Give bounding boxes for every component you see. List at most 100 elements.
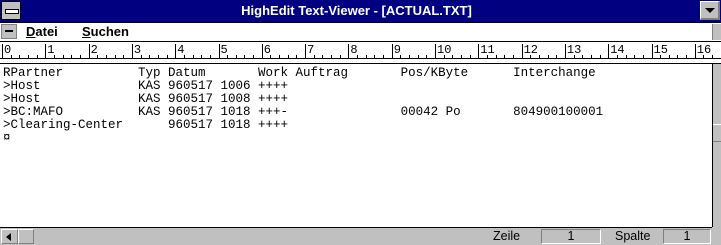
ruler-minor-tick [660,55,662,58]
ruler-minor-tick [79,55,81,58]
ruler-minor-tick [313,55,315,58]
ruler-minor-tick [547,55,549,58]
ruler-minor-tick [668,55,670,58]
ruler-major-tick [651,44,653,58]
ruler-minor-tick [149,55,151,58]
window-title: HighEdit Text-Viewer - [ACTUAL.TXT] [241,3,472,18]
ruler: 0 1 2 3 4 5 6 7 8 9 10 11 12 13 14 15 16 [0,42,721,64]
ruler-minor-tick [201,55,203,58]
system-menu-icon[interactable] [1,1,21,20]
ruler-minor-tick [244,55,246,58]
ruler-minor-tick [495,55,497,58]
ruler-minor-tick [322,55,324,58]
ruler-minor-tick [209,55,211,58]
ruler-major-tick [131,44,133,58]
ruler-minor-tick [538,55,540,58]
ruler-minor-tick [166,55,168,58]
minimize-arrow-icon [705,8,715,13]
ruler-minor-tick [53,55,55,58]
ruler-major-tick [391,44,393,58]
ruler-minor-tick [452,55,454,58]
ruler-minor-tick [625,55,627,58]
ruler-major-tick [478,44,480,58]
scroll-right-button[interactable] [694,229,711,244]
ruler-minor-tick [27,55,29,58]
ruler-major-tick [348,44,350,58]
ruler-baseline [0,58,721,59]
ruler-major-tick [88,44,90,58]
document-system-menu-icon[interactable] [1,24,17,39]
ruler-major-tick [261,44,263,58]
menu-bar: Datei Suchen [0,23,721,42]
ruler-minor-tick [140,55,142,58]
menu-restore-button[interactable] [712,24,721,40]
ruler-minor-tick [590,55,592,58]
ruler-minor-tick [642,55,644,58]
menu-suchen-label: uchen [90,24,129,39]
arrow-left-icon [6,233,11,241]
ruler-minor-tick [183,55,185,58]
ruler-minor-tick [504,55,506,58]
horizontal-scrollbar[interactable] [0,227,712,245]
ruler-minor-tick [235,55,237,58]
ruler-minor-tick [512,55,514,58]
app-window: HighEdit Text-Viewer - [ACTUAL.TXT] Date… [0,0,721,245]
ruler-minor-tick [287,55,289,58]
ruler-minor-tick [469,55,471,58]
ruler-minor-tick [97,55,99,58]
ruler-minor-tick [634,55,636,58]
ruler-minor-tick [374,55,376,58]
arrow-right-icon [701,233,706,241]
ruler-minor-tick [157,55,159,58]
minimize-button[interactable] [700,1,720,20]
ruler-minor-tick [339,55,341,58]
ruler-minor-tick [227,55,229,58]
menu-datei-label: atei [35,24,58,39]
text-line: >Clearing-Center 960517 1018 ++++ [3,118,289,132]
ruler-minor-tick [460,55,462,58]
title-bar[interactable]: HighEdit Text-Viewer - [ACTUAL.TXT] [0,0,721,23]
ruler-minor-tick [703,55,705,58]
ruler-major-tick [608,44,610,58]
vertical-scrollbar[interactable] [712,64,721,227]
ruler-minor-tick [10,55,12,58]
ruler-minor-tick [71,55,73,58]
horizontal-scroll-thumb[interactable] [18,229,34,244]
ruler-major-tick [521,44,523,58]
ruler-major-tick [2,44,3,58]
ruler-minor-tick [582,55,584,58]
text-view[interactable]: RPartner Typ Datum Work Auftrag Pos/KByt… [0,64,712,227]
ruler-minor-tick [105,55,107,58]
ruler-major-tick [45,44,47,58]
menu-datei[interactable]: Datei [26,23,58,41]
ruler-minor-tick [62,55,64,58]
menu-datei-mnemonic: D [26,24,36,39]
menu-suchen-mnemonic: S [82,24,91,39]
ruler-minor-tick [686,55,688,58]
ruler-minor-tick [192,55,194,58]
ruler-major-tick [564,44,566,58]
ruler-minor-tick [712,55,714,58]
menu-suchen[interactable]: Suchen [82,23,129,41]
ruler-minor-tick [331,55,333,58]
ruler-minor-tick [599,55,601,58]
ruler-major-tick [305,44,307,58]
vertical-scroll-thumb[interactable] [713,124,721,142]
ruler-minor-tick [417,55,419,58]
ruler-minor-tick [400,55,402,58]
ruler-minor-tick [357,55,359,58]
ruler-minor-tick [556,55,558,58]
ruler-major-tick [435,44,436,58]
ruler-minor-tick [409,55,411,58]
ruler-major-tick [694,44,696,58]
scroll-left-button[interactable] [1,229,18,244]
text-line: ¤ [3,131,11,145]
ruler-minor-tick [123,55,125,58]
ruler-minor-tick [443,55,445,58]
ruler-minor-tick [270,55,272,58]
ruler-minor-tick [365,55,367,58]
ruler-minor-tick [426,55,428,58]
ruler-minor-tick [36,55,38,58]
ruler-minor-tick [279,55,281,58]
ruler-minor-tick [573,55,575,58]
